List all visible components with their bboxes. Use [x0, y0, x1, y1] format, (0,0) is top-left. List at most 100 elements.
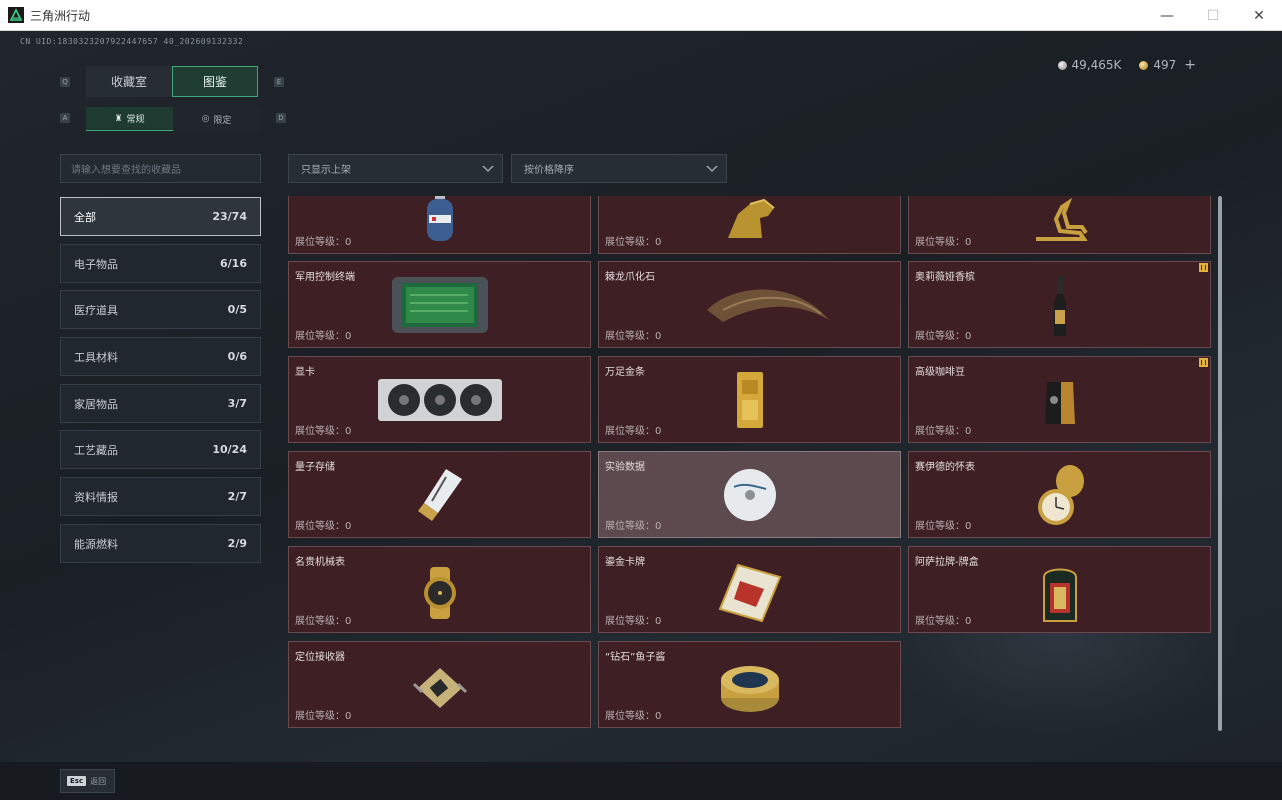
category-crafts[interactable]: 工艺藏品 10/24: [60, 430, 261, 469]
item-level: 展位等级：0: [915, 616, 972, 627]
item-level: 展位等级：0: [295, 711, 352, 722]
key-hint-d: D: [276, 113, 286, 123]
grid-scrollbar[interactable]: [1218, 196, 1222, 731]
close-button[interactable]: ✕: [1236, 0, 1282, 31]
item-card-caviar[interactable]: “钻石”鱼子酱 展位等级：0: [598, 641, 901, 728]
item-name: 名贵机械表: [295, 557, 345, 568]
item-name: 鎏金卡牌: [605, 557, 645, 568]
item-card-quantum-storage[interactable]: 量子存储 展位等级：0: [288, 451, 591, 538]
category-label: 家居物品: [74, 397, 118, 411]
disc-icon: [723, 468, 776, 521]
item-card-mechanical-watch[interactable]: 名贵机械表 展位等级：0: [288, 546, 591, 633]
pocket-watch-icon: [1037, 465, 1084, 526]
item-card-graphics-card[interactable]: 显卡 展位等级：0: [288, 356, 591, 443]
gilded-card-icon: [718, 563, 781, 623]
shelf-filter-value: 只显示上架: [301, 165, 351, 176]
usb-drive-icon: [417, 468, 462, 521]
item-level: 展位等级：0: [605, 711, 662, 722]
maximize-button[interactable]: ☐: [1190, 0, 1236, 31]
item-level: 展位等级：0: [605, 521, 662, 532]
category-count: 23/74: [212, 210, 247, 223]
silver-amount: 49,465K: [1071, 58, 1122, 72]
item-card-claw-fossil[interactable]: 棘龙爪化石 展位等级：0: [598, 261, 901, 348]
search-placeholder: 请输入想要查找的收藏品: [71, 165, 181, 176]
item-level: 展位等级：0: [915, 331, 972, 342]
key-hint-a: A: [60, 113, 70, 123]
item-card-coffee-beans[interactable]: 高级咖啡豆 展位等级：0: [908, 356, 1211, 443]
item-card-gas-tank[interactable]: 展位等级：0: [288, 196, 591, 254]
subtab-normal-label: 常规: [126, 115, 145, 125]
gold-amount: 497: [1153, 58, 1177, 72]
item-card-positioning-receiver[interactable]: 定位接收器 展位等级：0: [288, 641, 591, 728]
category-label: 能源燃料: [74, 537, 118, 551]
category-label: 全部: [74, 210, 96, 224]
item-level: 展位等级：0: [605, 331, 662, 342]
receiver-icon: [412, 667, 467, 708]
category-intel[interactable]: 资料情报 2/7: [60, 477, 261, 516]
wristwatch-icon: [423, 566, 456, 619]
tab-collection-room[interactable]: 收藏室: [86, 66, 172, 97]
pin-badge-icon: [1199, 263, 1208, 272]
item-card-champagne[interactable]: 奥莉薇娅香槟 展位等级：0: [908, 261, 1211, 348]
sort-dropdown[interactable]: 按价格降序: [511, 154, 727, 183]
item-card-military-terminal[interactable]: 军用控制终端 展位等级：0: [288, 261, 591, 348]
normal-icon: ♜: [114, 113, 123, 124]
item-card-gilded-card[interactable]: 鎏金卡牌 展位等级：0: [598, 546, 901, 633]
item-name: “钻石”鱼子酱: [605, 652, 666, 663]
category-count: 3/7: [227, 397, 247, 410]
esc-key-icon: Esc: [67, 776, 87, 786]
gold-coin-icon: [1139, 60, 1149, 70]
item-name: 量子存储: [295, 462, 335, 473]
item-level: 展位等级：0: [605, 426, 662, 437]
category-count: 0/5: [227, 303, 247, 316]
subtab-limited-label: 限定: [213, 115, 232, 126]
subtab-normal[interactable]: ♜ 常规: [86, 107, 173, 131]
item-level: 展位等级：0: [295, 331, 352, 342]
back-button[interactable]: Esc 返回: [60, 769, 115, 793]
sort-value: 按价格降序: [524, 165, 574, 176]
item-card-gold-horse[interactable]: 展位等级：0: [598, 196, 901, 254]
item-name: 赛伊德的怀表: [915, 462, 975, 473]
uid-label: CN UID:1830323207922447657 40_2026091323…: [20, 37, 244, 46]
item-level: 展位等级：0: [295, 237, 352, 248]
tab-catalog[interactable]: 图鉴: [172, 66, 258, 97]
item-card-experiment-data[interactable]: 实验数据 展位等级：0: [598, 451, 901, 538]
category-count: 10/24: [212, 443, 247, 456]
item-name: 棘龙爪化石: [605, 272, 655, 283]
card-box-icon: [1042, 568, 1077, 622]
item-card-gold-figure[interactable]: 展位等级：0: [908, 196, 1211, 254]
item-card-pocket-watch[interactable]: 赛伊德的怀表 展位等级：0: [908, 451, 1211, 538]
minimize-button[interactable]: —: [1144, 0, 1190, 31]
item-name: 实验数据: [605, 462, 645, 473]
pin-badge-icon: [1199, 358, 1208, 367]
add-currency-button[interactable]: +: [1184, 57, 1196, 73]
category-label: 工具材料: [74, 350, 118, 364]
item-card-card-box[interactable]: 阿萨拉牌-牌盒 展位等级：0: [908, 546, 1211, 633]
item-level: 展位等级：0: [295, 521, 352, 532]
category-medical[interactable]: 医疗道具 0/5: [60, 290, 261, 329]
coffee-bag-icon: [1044, 382, 1075, 425]
search-input[interactable]: 请输入想要查找的收藏品: [60, 154, 261, 183]
item-name: 高级咖啡豆: [915, 367, 965, 378]
silver-coin-icon: [1057, 60, 1067, 70]
category-label: 医疗道具: [74, 303, 118, 317]
key-hint-e: E: [274, 77, 284, 87]
item-level: 展位等级：0: [295, 616, 352, 627]
champagne-bottle-icon: [1053, 276, 1066, 337]
item-level: 展位等级：0: [915, 521, 972, 532]
item-level: 展位等级：0: [605, 237, 662, 248]
subtab-limited[interactable]: ◎ 限定: [173, 107, 260, 131]
item-card-gold-bar[interactable]: 万足金条 展位等级：0: [598, 356, 901, 443]
shelf-filter-dropdown[interactable]: 只显示上架: [288, 154, 503, 183]
item-name: 阿萨拉牌-牌盒: [915, 557, 979, 568]
currency-bar: 49,465K 497 +: [1057, 57, 1196, 73]
gold-currency[interactable]: 497 +: [1139, 57, 1196, 73]
item-name: 定位接收器: [295, 652, 345, 663]
category-all[interactable]: 全部 23/74: [60, 197, 261, 236]
bottom-bar: [0, 762, 1282, 800]
category-energy[interactable]: 能源燃料 2/9: [60, 524, 261, 563]
window-titlebar: 三角洲行动 — ☐ ✕: [0, 0, 1282, 31]
category-electronics[interactable]: 电子物品 6/16: [60, 244, 261, 283]
category-tools[interactable]: 工具材料 0/6: [60, 337, 261, 376]
category-household[interactable]: 家居物品 3/7: [60, 384, 261, 423]
